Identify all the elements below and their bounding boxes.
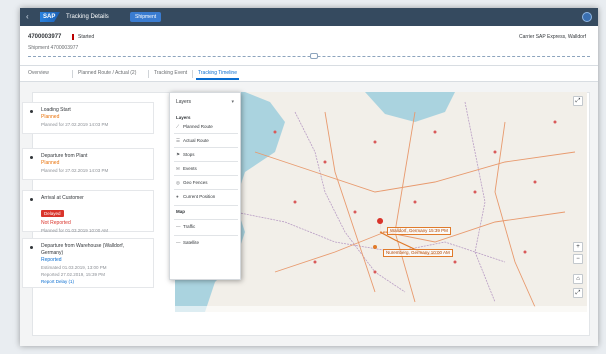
event-title: Departure from Plant: [41, 153, 88, 159]
user-avatar[interactable]: [582, 12, 592, 22]
timeline-card[interactable]: Departure from Warehouse (Walldorf, Germ…: [22, 238, 154, 288]
carrier-info: Carrier SAP Express, Walldorf: [519, 34, 586, 40]
menu-divider: [174, 161, 238, 162]
delayed-badge: Delayed: [41, 210, 64, 217]
tab-overview[interactable]: Overview: [28, 70, 49, 76]
tab-planned-route[interactable]: Planned Route / Actual (2): [78, 70, 136, 76]
app-title[interactable]: Tracking Details: [66, 13, 109, 21]
map-expand-icon[interactable]: ⤢: [573, 96, 583, 106]
event-state: Planned: [41, 114, 60, 120]
layer-section-title: Layers: [176, 115, 191, 120]
header-divider: [28, 56, 590, 57]
menu-divider: [174, 147, 238, 148]
menu-item-traffic[interactable]: ― Traffic: [176, 223, 238, 231]
menu-item-planned-route[interactable]: ⟋ Planned Route: [176, 123, 238, 131]
map-stop-label[interactable]: Nuremberg, Germany 10:00 AM: [383, 249, 453, 257]
layer-menu: Layers ▾ Layers ⟋ Planned Route ☰ Actual R…: [169, 92, 241, 280]
menu-divider: [174, 205, 238, 206]
event-meta: Estimated 01.03.2019, 13:00 PM: [41, 265, 107, 270]
timeline-card[interactable]: Arrival at Customer Delayed Not Reported…: [22, 190, 154, 233]
event-state: Not Reported: [41, 220, 71, 226]
land-mass: [205, 92, 587, 312]
object-header: 4700003977 Started Shipment 4700003977 C…: [20, 26, 598, 66]
menu-item-label: Traffic: [183, 224, 196, 229]
tab-bar: Overview Planned Route / Actual (2) Trac…: [20, 66, 598, 82]
tab-separator: [148, 70, 149, 78]
menu-item-satellite[interactable]: ― Satellite: [176, 239, 238, 247]
zoom-in-button[interactable]: +: [573, 242, 583, 252]
events-icon: ✉: [176, 166, 180, 171]
chevron-down-icon[interactable]: ▾: [231, 99, 234, 105]
event-title: Loading Start: [41, 107, 71, 113]
traffic-icon: ―: [176, 224, 181, 229]
report-delay-link[interactable]: Report Delay (1): [41, 278, 147, 285]
menu-item-actual-route[interactable]: ☰ Actual Route: [176, 137, 238, 145]
event-meta: Planned for 01.03.2019 10:00 AM: [41, 228, 109, 233]
status-indicator: Started: [72, 34, 94, 40]
map-attribution: [175, 306, 587, 312]
vehicle-icon: ●: [176, 194, 179, 199]
fullscreen-icon[interactable]: ⤢: [573, 288, 583, 298]
shell-bar: ‹ SAP Tracking Details Shipment: [20, 8, 598, 26]
menu-item-events[interactable]: ✉ Events: [176, 165, 238, 173]
zoom-out-button[interactable]: −: [573, 254, 583, 264]
satellite-icon: ―: [176, 240, 181, 245]
stop-marker-icon[interactable]: [373, 245, 377, 249]
layer-menu-header[interactable]: Layers: [176, 99, 191, 105]
menu-item-label: Satellite: [183, 240, 200, 245]
tab-separator: [192, 70, 193, 78]
logo-text: SAP: [43, 14, 56, 20]
timeline-dot: [30, 246, 33, 249]
menu-divider: [174, 235, 238, 236]
event-state: Planned: [41, 160, 60, 166]
menu-divider: [174, 175, 238, 176]
event-title: Departure from Warehouse (Walldorf, Germ…: [41, 243, 124, 256]
menu-item-label: Current Position: [183, 194, 216, 199]
map-section-title: Map: [176, 209, 185, 214]
event-meta: Planned for 27.02.2019 14:03 PM: [41, 122, 109, 127]
menu-item-label: Events: [183, 166, 197, 171]
event-title: Arrival at Customer: [41, 195, 84, 201]
delayed-badge-row: Delayed: [41, 202, 147, 220]
tab-separator: [72, 70, 73, 78]
geofence-icon: ◎: [176, 180, 180, 185]
menu-item-label: Stops: [183, 152, 195, 157]
event-state: Reported: [41, 257, 62, 263]
menu-divider: [174, 189, 238, 190]
timeline-dot: [30, 198, 33, 201]
back-arrow-icon[interactable]: ‹: [26, 12, 29, 22]
menu-divider: [174, 219, 238, 220]
event-meta-reported: Reported 27.02.2019, 15:39 PM: [41, 272, 106, 277]
timeline-card[interactable]: Loading Start Planned Planned for 27.02.…: [22, 102, 154, 134]
menu-item-label: Actual Route: [183, 138, 209, 143]
timeline-card[interactable]: Departure from Plant Planned Planned for…: [22, 148, 154, 180]
menu-item-label: Planned Route: [183, 124, 213, 129]
object-title: 4700003977: [28, 34, 62, 40]
menu-item-stops[interactable]: ⚑ Stops: [176, 151, 238, 159]
menu-item-geofences[interactable]: ◎ Geo Fences: [176, 179, 238, 187]
timeline-dot: [30, 156, 33, 159]
home-icon[interactable]: ⌂: [573, 274, 583, 284]
menu-divider: [174, 133, 238, 134]
actual-route-icon: ☰: [176, 138, 181, 143]
sap-logo[interactable]: SAP: [40, 12, 60, 22]
app-subtitle-badge: Shipment: [130, 12, 162, 22]
screenshot-frame: ‹ SAP Tracking Details Shipment 47000039…: [0, 0, 606, 354]
event-meta: Planned for 27.02.2019 14:03 PM: [41, 168, 109, 173]
tab-tracking-event[interactable]: Tracking Event: [154, 70, 187, 76]
route-icon: ⟋: [176, 124, 180, 129]
stops-icon: ⚑: [176, 152, 181, 157]
menu-item-label: Geo Fences: [183, 180, 208, 185]
map-event-label[interactable]: Walldorf, Germany 15:39 PM: [387, 227, 451, 235]
object-subtitle: Shipment 4700003977: [28, 45, 79, 51]
collapse-header-button[interactable]: [310, 53, 318, 59]
timeline-dot: [30, 110, 33, 113]
menu-item-current-position[interactable]: ● Current Position: [176, 193, 238, 201]
tab-tracking-timeline[interactable]: Tracking Timeline: [196, 70, 239, 80]
